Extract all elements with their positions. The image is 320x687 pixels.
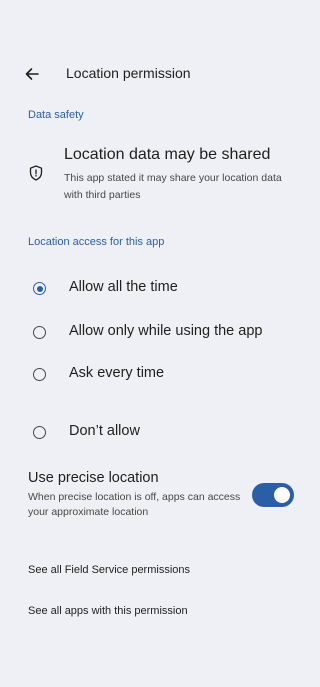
radio-option-dont-allow[interactable]: Don’t allow — [0, 413, 307, 453]
section-header-location-access: Location access for this app — [28, 236, 165, 248]
radio-label: Ask every time — [69, 365, 165, 381]
toggle-thumb — [274, 487, 290, 503]
precise-location-title: Use precise location — [28, 470, 159, 486]
link-apps-with-permission[interactable]: See all apps with this permission — [0, 595, 307, 631]
radio-button[interactable] — [33, 326, 46, 339]
radio-option-allow-while-using[interactable]: Allow only while using the app — [0, 313, 307, 353]
data-safety-description: This app stated it may share your locati… — [64, 172, 282, 201]
link-label: See all apps with this permission — [28, 605, 188, 617]
shield-icon — [29, 165, 43, 181]
link-field-service-permissions[interactable]: See all Field Service permissions — [0, 554, 307, 590]
precise-location-description: When precise location is off, apps can a… — [28, 491, 241, 518]
data-safety-item[interactable]: Location data may be shared This app sta… — [0, 140, 307, 210]
radio-option-allow-all-the-time[interactable]: Allow all the time — [0, 269, 307, 309]
page-title: Location permission — [66, 65, 191, 81]
section-header-data-safety: Data safety — [28, 109, 84, 121]
radio-label: Don’t allow — [69, 423, 140, 439]
radio-button[interactable] — [33, 282, 46, 295]
data-safety-title: Location data may be shared — [64, 146, 271, 163]
radio-button[interactable] — [33, 368, 46, 381]
radio-label: Allow all the time — [69, 279, 178, 295]
radio-button[interactable] — [33, 426, 46, 439]
app-bar: Location permission — [0, 50, 307, 98]
precise-location-row[interactable]: Use precise location When precise locati… — [0, 466, 307, 526]
radio-option-ask-every-time[interactable]: Ask every time — [0, 355, 307, 395]
link-label: See all Field Service permissions — [28, 564, 191, 576]
arrow-back-icon[interactable] — [22, 64, 42, 84]
precise-location-toggle[interactable] — [252, 483, 294, 507]
radio-label: Allow only while using the app — [69, 323, 263, 339]
